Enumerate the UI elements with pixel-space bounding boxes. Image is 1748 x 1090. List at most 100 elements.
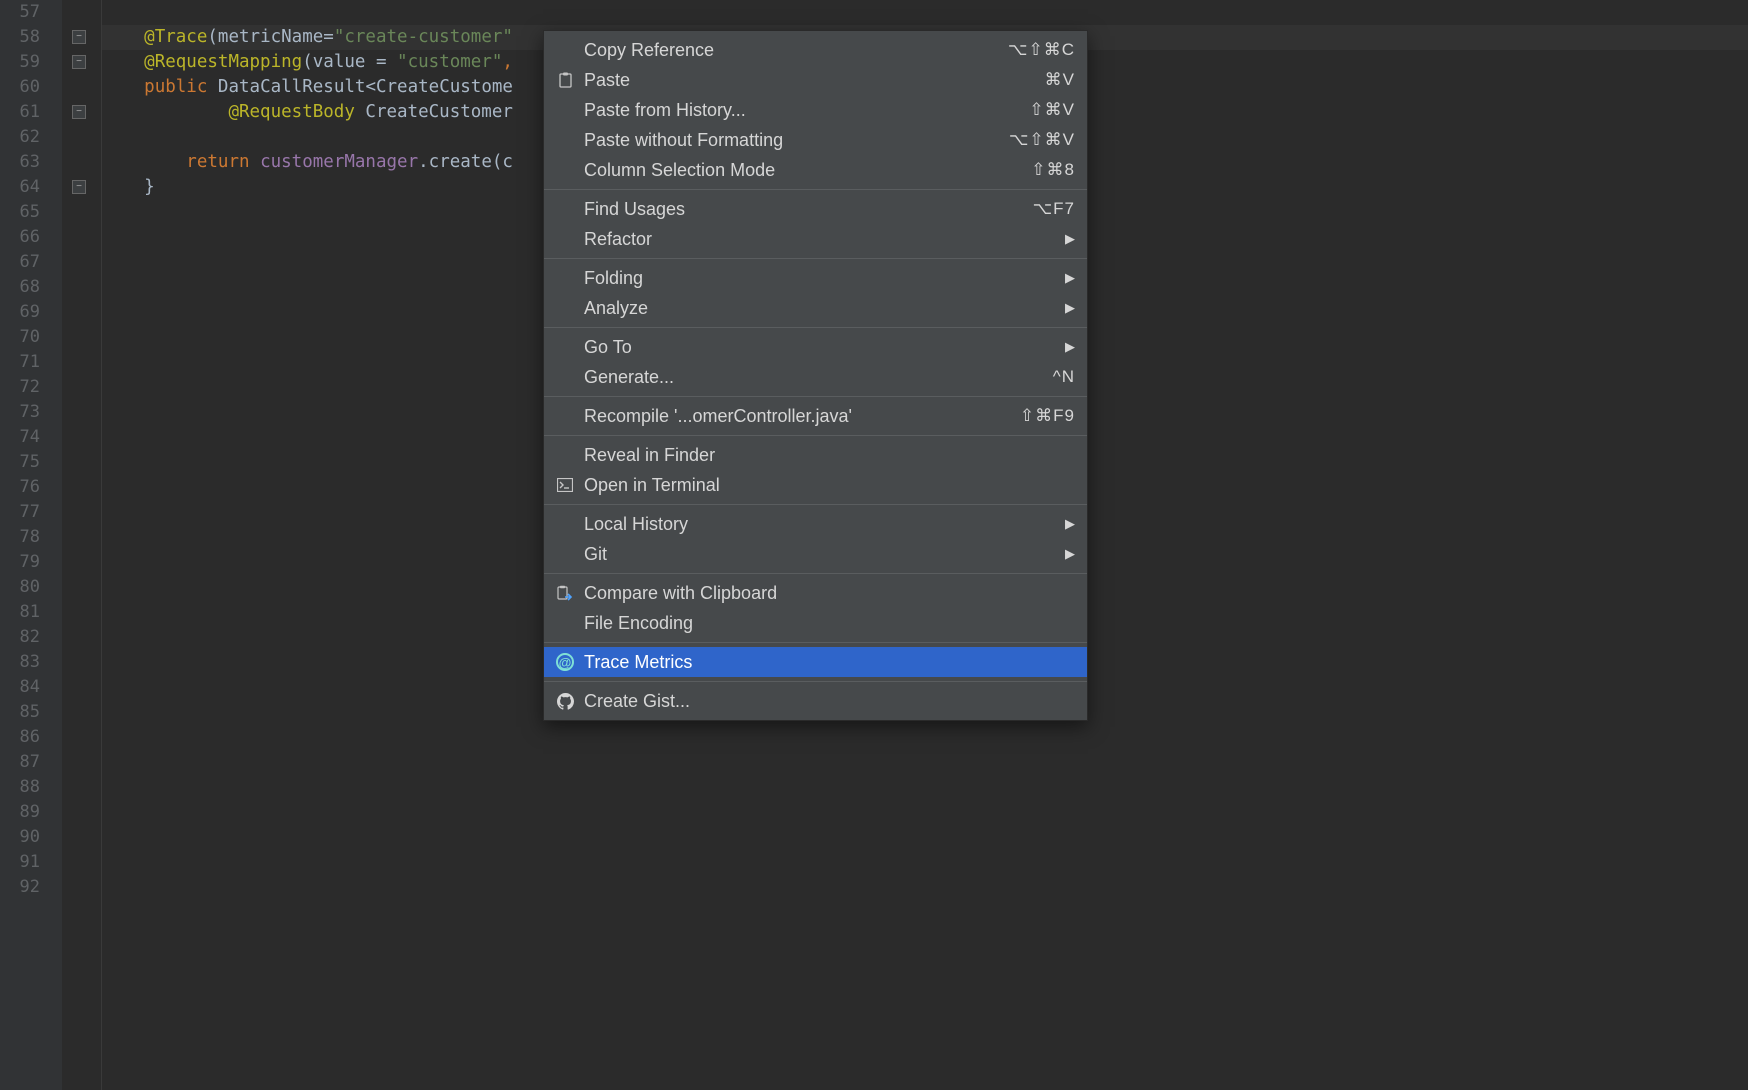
menu-item-shortcut: ^N <box>1053 367 1075 387</box>
menu-group: Find Usages⌥F7Refactor▶ <box>544 190 1087 259</box>
menu-item-local-history[interactable]: Local History▶ <box>544 509 1087 539</box>
menu-item-label: Reveal in Finder <box>584 445 1075 466</box>
line-number: 57 <box>0 0 62 25</box>
menu-item-go-to[interactable]: Go To▶ <box>544 332 1087 362</box>
menu-item-label: Paste from History... <box>584 100 1029 121</box>
menu-item-git[interactable]: Git▶ <box>544 539 1087 569</box>
code-line[interactable] <box>102 850 1748 875</box>
menu-item-label: Paste without Formatting <box>584 130 1009 151</box>
line-number: 73 <box>0 400 62 425</box>
line-number: 59 <box>0 50 62 75</box>
menu-item-label: Compare with Clipboard <box>584 583 1075 604</box>
context-menu: Copy Reference⌥⇧⌘CPaste⌘VPaste from Hist… <box>543 30 1088 721</box>
menu-item-file-encoding[interactable]: File Encoding <box>544 608 1087 638</box>
line-number: 66 <box>0 225 62 250</box>
fold-toggle-icon[interactable]: − <box>72 55 86 69</box>
submenu-arrow-icon: ▶ <box>1065 516 1075 532</box>
line-number: 62 <box>0 125 62 150</box>
code-line[interactable] <box>102 775 1748 800</box>
menu-item-label: Local History <box>584 514 1065 535</box>
menu-group: Reveal in Finder Open in Terminal <box>544 436 1087 505</box>
line-number: 58 <box>0 25 62 50</box>
line-number: 81 <box>0 600 62 625</box>
menu-group: Copy Reference⌥⇧⌘CPaste⌘VPaste from Hist… <box>544 31 1087 190</box>
line-number: 61 <box>0 100 62 125</box>
menu-item-label: Column Selection Mode <box>584 160 1031 181</box>
menu-item-label: Find Usages <box>584 199 1033 220</box>
menu-item-shortcut: ⌥⇧⌘C <box>1008 40 1075 60</box>
menu-item-shortcut: ⇧⌘V <box>1029 100 1075 120</box>
line-number: 79 <box>0 550 62 575</box>
menu-group: Go To▶Generate...^N <box>544 328 1087 397</box>
github-icon <box>552 693 578 710</box>
line-number: 88 <box>0 775 62 800</box>
line-number: 70 <box>0 325 62 350</box>
menu-group: Recompile '...omerController.java'⇧⌘F9 <box>544 397 1087 436</box>
menu-item-label: Git <box>584 544 1065 565</box>
menu-item-label: Open in Terminal <box>584 475 1075 496</box>
code-line[interactable] <box>102 800 1748 825</box>
fold-column: − − − − <box>62 0 102 1090</box>
code-line[interactable] <box>102 750 1748 775</box>
menu-item-analyze[interactable]: Analyze▶ <box>544 293 1087 323</box>
code-line[interactable] <box>102 0 1748 25</box>
menu-item-label: Recompile '...omerController.java' <box>584 406 1020 427</box>
line-number: 77 <box>0 500 62 525</box>
menu-group: Folding▶Analyze▶ <box>544 259 1087 328</box>
line-number: 87 <box>0 750 62 775</box>
line-number: 67 <box>0 250 62 275</box>
menu-item-shortcut: ⌥F7 <box>1033 199 1075 219</box>
menu-group: Local History▶Git▶ <box>544 505 1087 574</box>
menu-item-find-usages[interactable]: Find Usages⌥F7 <box>544 194 1087 224</box>
menu-item-reveal-in-finder[interactable]: Reveal in Finder <box>544 440 1087 470</box>
line-number: 86 <box>0 725 62 750</box>
line-number: 84 <box>0 675 62 700</box>
line-number: 63 <box>0 150 62 175</box>
menu-item-generate[interactable]: Generate...^N <box>544 362 1087 392</box>
line-number: 60 <box>0 75 62 100</box>
menu-item-paste[interactable]: Paste⌘V <box>544 65 1087 95</box>
menu-item-column-selection-mode[interactable]: Column Selection Mode⇧⌘8 <box>544 155 1087 185</box>
submenu-arrow-icon: ▶ <box>1065 300 1075 316</box>
compare-clipboard-icon <box>552 585 578 602</box>
code-line[interactable] <box>102 725 1748 750</box>
menu-item-label: Trace Metrics <box>584 652 1075 673</box>
menu-item-label: Analyze <box>584 298 1065 319</box>
line-number: 80 <box>0 575 62 600</box>
menu-item-recompile-omercontroller-java[interactable]: Recompile '...omerController.java'⇧⌘F9 <box>544 401 1087 431</box>
line-number: 92 <box>0 875 62 900</box>
menu-item-label: Create Gist... <box>584 691 1075 712</box>
menu-group: Create Gist... <box>544 682 1087 720</box>
menu-item-copy-reference[interactable]: Copy Reference⌥⇧⌘C <box>544 35 1087 65</box>
paste-icon <box>552 72 578 88</box>
menu-item-create-gist[interactable]: Create Gist... <box>544 686 1087 716</box>
menu-item-paste-from-history[interactable]: Paste from History...⇧⌘V <box>544 95 1087 125</box>
menu-item-label: Generate... <box>584 367 1053 388</box>
menu-item-label: Refactor <box>584 229 1065 250</box>
code-line[interactable] <box>102 825 1748 850</box>
code-line[interactable] <box>102 875 1748 900</box>
menu-item-paste-without-formatting[interactable]: Paste without Formatting⌥⇧⌘V <box>544 125 1087 155</box>
line-number: 90 <box>0 825 62 850</box>
submenu-arrow-icon: ▶ <box>1065 546 1075 562</box>
menu-group: Compare with Clipboard File Encoding <box>544 574 1087 643</box>
menu-item-refactor[interactable]: Refactor▶ <box>544 224 1087 254</box>
line-number: 65 <box>0 200 62 225</box>
menu-item-shortcut: ⇧⌘F9 <box>1020 406 1075 426</box>
fold-toggle-icon[interactable]: − <box>72 30 86 44</box>
menu-item-open-in-terminal[interactable]: Open in Terminal <box>544 470 1087 500</box>
submenu-arrow-icon: ▶ <box>1065 270 1075 286</box>
menu-item-label: Go To <box>584 337 1065 358</box>
fold-toggle-icon[interactable]: − <box>72 180 86 194</box>
line-number: 82 <box>0 625 62 650</box>
menu-item-label: File Encoding <box>584 613 1075 634</box>
menu-item-trace-metrics[interactable]: @Trace Metrics <box>544 647 1087 677</box>
submenu-arrow-icon: ▶ <box>1065 339 1075 355</box>
menu-item-compare-with-clipboard[interactable]: Compare with Clipboard <box>544 578 1087 608</box>
menu-item-folding[interactable]: Folding▶ <box>544 263 1087 293</box>
menu-item-shortcut: ⇧⌘8 <box>1031 160 1075 180</box>
fold-toggle-icon[interactable]: − <box>72 105 86 119</box>
line-number-gutter: 5758596061626364656667686970717273747576… <box>0 0 62 1090</box>
line-number: 85 <box>0 700 62 725</box>
line-number: 83 <box>0 650 62 675</box>
